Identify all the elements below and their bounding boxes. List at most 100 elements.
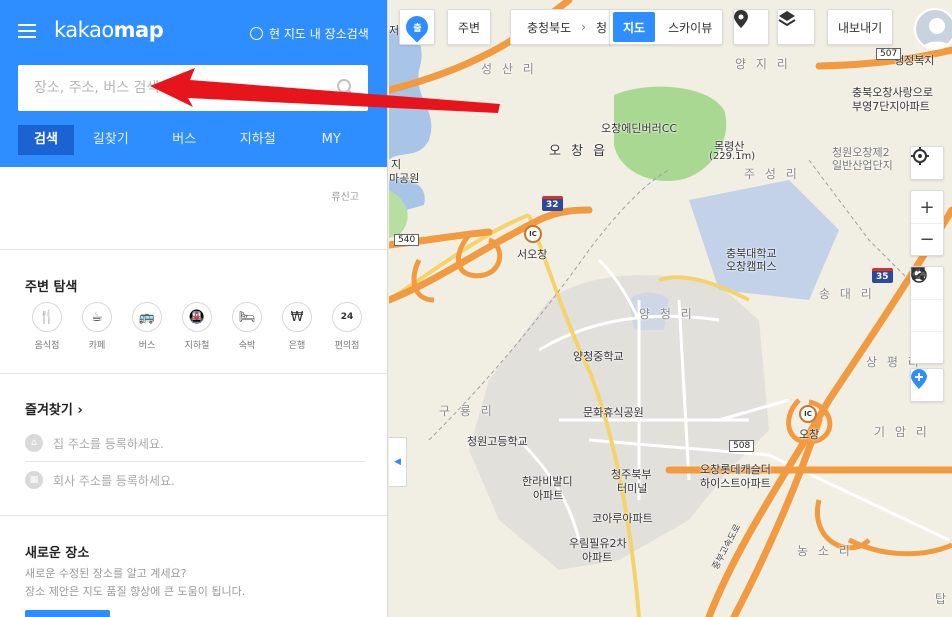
location-pin-button[interactable] [733, 9, 769, 45]
fav-work[interactable]: ▦ 회사 주소를 등록하세요. [25, 471, 175, 489]
divider [25, 461, 365, 462]
map-label: 청원고등학교 [467, 435, 528, 448]
suggest-place-button[interactable] [25, 610, 110, 617]
map-label: 농 소 리 [797, 544, 853, 558]
layers-icon [778, 11, 796, 27]
map-label: 양 지 리 [735, 57, 791, 71]
map-label: 탑 [935, 592, 947, 606]
area-measure-icon[interactable] [911, 268, 943, 331]
user-avatar[interactable] [914, 8, 952, 50]
map-label: 오창 [799, 428, 820, 441]
map-label: 아파트 [533, 489, 564, 502]
map-label: 주 성 리 [744, 167, 800, 181]
divider [0, 515, 387, 516]
tab-subway[interactable]: 지하철 [221, 125, 295, 155]
new-place-title: 새로운 장소 [25, 546, 90, 561]
nearby-restaurant[interactable]: 🍴 음식점 [22, 302, 72, 351]
fork-knife-icon: 🍴 [32, 302, 62, 332]
map-label: 하이스트아파트 [700, 477, 771, 490]
crosshair-icon[interactable] [911, 147, 943, 179]
new-place-desc: 장소 제안은 지도 품질 향상에 큰 도움이 됩니다. [25, 585, 246, 598]
divider [0, 249, 387, 250]
map-label: 오창캠퍼스 [726, 260, 777, 273]
highway-32-badge: 32 [542, 196, 563, 211]
sidebar: kakaomap 현 지도 내 장소검색 검색 길찾기 버스 지하철 MY 류신… [0, 0, 388, 617]
local-search-toggle[interactable]: 현 지도 내 장소검색 [250, 25, 369, 42]
map-label: 오 창 읍 [549, 144, 609, 159]
map-label: 문화휴식공원 [583, 406, 644, 419]
map-label: 기 암 리 [874, 425, 930, 439]
map-label: (229.1m) [709, 151, 756, 162]
road-number-507: 507 [876, 48, 902, 60]
map-label: 터미널 [617, 482, 648, 495]
search-icon[interactable] [336, 78, 356, 98]
tab-my[interactable]: MY [295, 125, 369, 155]
sidebar-tabs: 검색 길찾기 버스 지하철 MY [18, 125, 368, 155]
report-link[interactable]: 류신고 [331, 188, 359, 203]
tab-bus[interactable]: 버스 [148, 125, 222, 155]
start-point-button[interactable]: 출 [399, 9, 435, 45]
radio-icon[interactable] [250, 27, 263, 40]
map-label: 성 산 리 [481, 62, 537, 76]
coffee-cup-icon: ☕ [82, 302, 112, 332]
nearby-cafe[interactable]: ☕ 카페 [72, 302, 122, 351]
tab-search[interactable]: 검색 [18, 125, 74, 155]
bus-icon: 🚌 [132, 302, 162, 332]
road-number-540: 540 [394, 234, 420, 246]
map-label: 코아루아파트 [592, 512, 653, 525]
favorites-title[interactable]: 즐겨찾기 › [25, 399, 83, 418]
nearby-convenience[interactable]: 24 편의점 [322, 302, 372, 351]
map-label: 오창에딘버러CC [601, 122, 678, 135]
highway-35-badge: 35 [872, 268, 893, 283]
nearby-button[interactable]: 주변 [447, 9, 492, 45]
user-icon [922, 18, 952, 48]
my-location-control [910, 146, 944, 180]
tools-control [910, 266, 944, 364]
subway-icon: 🚇 [182, 302, 212, 332]
map-label: 일반산업단지 [832, 159, 893, 172]
nearby-title: 주변 탐색 [25, 280, 78, 295]
home-icon: ⌂ [25, 434, 43, 452]
map-canvas[interactable]: 성 산 리 양 지 리 오 창 읍 오창에딘버러CC 목령산 (229.1m) … [389, 0, 952, 617]
bed-icon: 🛏 [232, 302, 262, 332]
divider [0, 373, 387, 374]
add-place-pin-icon[interactable] [911, 369, 943, 401]
search-box [18, 65, 368, 111]
store-24-icon: 24 [332, 302, 362, 332]
nearby-bank[interactable]: ₩ 은행 [272, 302, 322, 351]
road-number-508: 508 [729, 440, 755, 452]
map-label: 송 대 리 [819, 287, 875, 301]
tab-directions[interactable]: 길찾기 [74, 125, 148, 155]
map-label: 부영7단지아파트 [852, 100, 930, 113]
collapse-sidebar-button[interactable]: ◀ [389, 437, 407, 487]
nearby-bus[interactable]: 🚌 버스 [122, 302, 172, 351]
map-label: 양 청 리 [639, 307, 695, 321]
compass-icon[interactable] [911, 267, 943, 363]
region-breadcrumb[interactable]: 충청북도 › 청 [510, 9, 613, 45]
nearby-lodging[interactable]: 🛏 숙박 [222, 302, 272, 351]
skyview-button[interactable]: 스카이뷰 [658, 10, 722, 44]
fav-home[interactable]: ⌂ 집 주소를 등록하세요. [25, 434, 164, 452]
ic-icon: IC [524, 225, 542, 243]
zoom-in-icon[interactable]: + [911, 191, 943, 223]
map-label: 서오창 [517, 248, 548, 261]
nearby-subway[interactable]: 🚇 지하철 [172, 302, 222, 351]
search-input[interactable] [18, 65, 318, 111]
add-place-control [910, 368, 944, 402]
won-icon: ₩ [282, 302, 312, 332]
map-view-button[interactable]: 지도 [613, 12, 656, 42]
menu-icon[interactable] [18, 24, 36, 38]
export-button[interactable]: 내보내기 [827, 9, 894, 45]
kakaomap-logo[interactable]: kakaomap [54, 18, 164, 42]
map-label: 마공원 [389, 172, 420, 185]
new-place-desc: 새로운 수정된 장소를 알고 계세요? [25, 567, 187, 580]
map-label: 아파트 [582, 551, 613, 564]
nearby-categories: 🍴 음식점 ☕ 카페 🚌 버스 🚇 지하철 🛏 숙박 ₩ 은행 24 편의점 [22, 302, 372, 351]
zoom-out-icon[interactable]: − [911, 223, 943, 255]
ic-icon: IC [799, 405, 817, 423]
map-type-switch: 지도 스카이뷰 [609, 9, 724, 45]
map-pin-icon [734, 10, 748, 28]
layers-button[interactable] [777, 9, 815, 45]
start-pin-icon: 출 [401, 11, 433, 43]
zoom-control: + − [910, 190, 944, 256]
